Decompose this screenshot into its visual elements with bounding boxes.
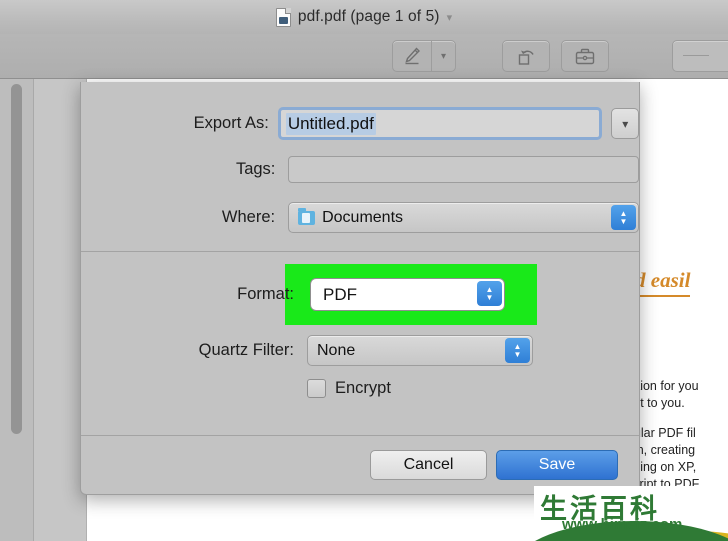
vertical-scrollbar[interactable] <box>0 78 34 541</box>
where-value: Documents <box>322 208 404 226</box>
scrollbar-thumb[interactable] <box>11 84 22 434</box>
markup-dropdown-caret[interactable]: ▾ <box>432 41 455 71</box>
stepper-down-arrow: ▼ <box>485 293 494 302</box>
quartz-filter-stepper-icon[interactable]: ▲ ▼ <box>505 338 530 363</box>
markup-tool-group: ▾ <box>392 40 456 72</box>
export-as-row: Export As: Untitled.pdf ▾ <box>81 107 639 140</box>
quartz-filter-row: Quartz Filter: None ▲ ▼ <box>81 335 639 366</box>
format-label: Format: <box>237 285 294 303</box>
export-as-value: Untitled.pdf <box>285 112 376 135</box>
stepper-up-arrow: ▲ <box>485 285 494 294</box>
toolbox-button[interactable] <box>561 40 609 72</box>
chevron-down-icon: ▾ <box>622 116 629 131</box>
stepper-up-arrow: ▲ <box>619 209 628 218</box>
save-button[interactable]: Save <box>496 450 618 480</box>
encrypt-row: Encrypt <box>81 379 639 398</box>
tags-label: Tags: <box>235 160 276 178</box>
search-input[interactable] <box>672 40 728 72</box>
quartz-filter-label: Quartz Filter: <box>198 341 294 359</box>
tags-row: Tags: <box>81 156 639 183</box>
tags-input[interactable] <box>288 156 639 183</box>
title-chevron-down-icon[interactable]: ▾ <box>447 12 453 24</box>
watermark-url: www.bimeiz.com <box>562 516 683 533</box>
where-dropdown[interactable]: Documents ▲ ▼ <box>288 202 639 233</box>
export-dialog-top-section: Export As: Untitled.pdf ▾ Tags: Where: D… <box>81 82 639 251</box>
rotate-button[interactable] <box>502 40 550 72</box>
blue-folder-icon <box>298 207 316 225</box>
quartz-filter-dropdown[interactable]: None ▲ ▼ <box>307 335 533 366</box>
rotate-left-icon <box>518 50 534 65</box>
expand-dialog-button[interactable]: ▾ <box>611 108 639 139</box>
where-label: Where: <box>221 208 276 226</box>
export-as-input[interactable]: Untitled.pdf <box>277 107 603 140</box>
format-stepper-icon[interactable]: ▲ ▼ <box>477 281 502 306</box>
export-as-label: Export As: <box>193 114 269 132</box>
format-row: Format: PDF ▲ ▼ <box>81 278 639 311</box>
window-title: pdf.pdf (page 1 of 5) <box>297 8 440 25</box>
document-heading: d easil <box>635 268 691 297</box>
stepper-down-arrow: ▼ <box>619 217 628 226</box>
markup-pen-icon <box>405 47 420 65</box>
titlebar-content: pdf.pdf (page 1 of 5) ▾ <box>0 0 728 34</box>
toolbar: ▾ <box>0 34 728 79</box>
quartz-filter-value: None <box>317 341 356 359</box>
cancel-button[interactable]: Cancel <box>370 450 487 480</box>
format-dropdown[interactable]: PDF ▲ ▼ <box>310 278 505 311</box>
document-paragraph: pular PDF fil ion, creating ching on XP,… <box>627 425 728 493</box>
export-dialog: Export As: Untitled.pdf ▾ Tags: Where: D… <box>80 82 640 495</box>
stepper-down-arrow: ▼ <box>513 350 522 359</box>
where-row: Where: Documents ▲ ▼ <box>81 202 639 233</box>
toolbox-icon <box>575 48 595 65</box>
where-stepper-icon[interactable]: ▲ ▼ <box>611 205 636 230</box>
app-window: d easil lution for you ost to you. pular… <box>0 0 728 541</box>
titlebar: pdf.pdf (page 1 of 5) ▾ <box>0 0 728 34</box>
watermark: 生活百科 www.bimeiz.com <box>534 486 728 541</box>
document-paragraph: lution for you ost to you. <box>627 378 728 412</box>
encrypt-checkbox[interactable] <box>307 379 326 398</box>
pdf-document-icon <box>275 7 291 27</box>
stepper-up-arrow: ▲ <box>513 342 522 351</box>
markup-pen-button[interactable] <box>393 41 431 71</box>
format-value: PDF <box>323 284 357 304</box>
encrypt-label: Encrypt <box>335 379 391 397</box>
